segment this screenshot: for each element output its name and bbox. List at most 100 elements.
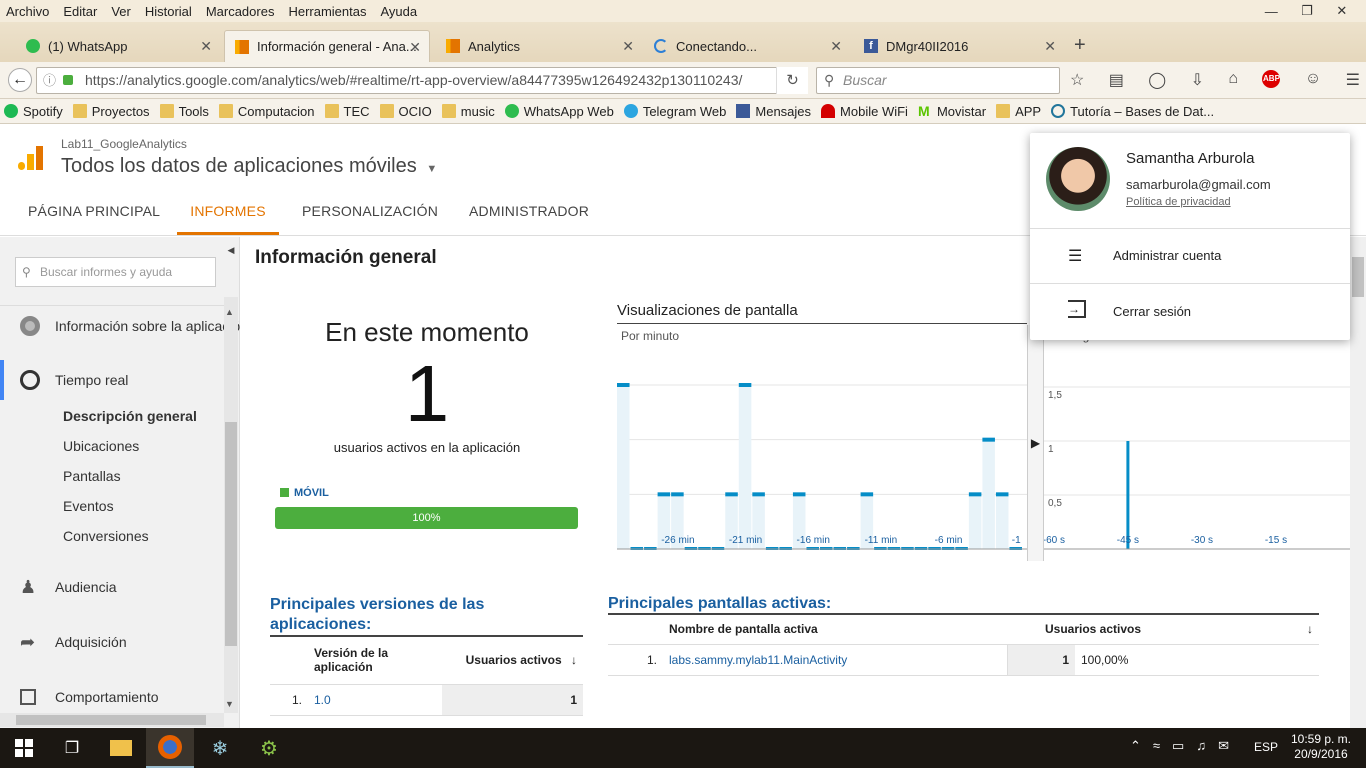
minimize-icon[interactable]: — [1265,4,1278,19]
sidebar-horizontal-scrollbar[interactable] [0,713,224,727]
menu-historial[interactable]: Historial [145,4,192,19]
bookmark-telegram-web[interactable]: Telegram Web [623,104,726,119]
firefox-icon[interactable] [146,728,194,768]
home-icon[interactable]: ⌂ [1228,70,1238,90]
scroll-down-icon[interactable]: ▼ [225,699,234,709]
report-search-input[interactable]: ⚲ Buscar informes y ayuda [15,257,216,287]
tab-whatsapp[interactable]: (1) WhatsApp ✕ [16,30,220,62]
url-bar[interactable]: ⓘ https://analytics.google.com/analytics… [36,67,808,94]
page-scrollbar[interactable] [1350,237,1366,728]
close-tab-icon[interactable]: ✕ [409,39,421,56]
sidebar-item-audience[interactable]: ♟ Audiencia [0,572,224,602]
bookmark-whatsapp-web[interactable]: WhatsApp Web [504,104,614,119]
property-selector[interactable]: Todos los datos de aplicaciones móviles … [61,155,437,178]
tab-facebook[interactable]: f DMgr40II2016 ✕ [854,30,1064,62]
adblock-icon[interactable]: ABP [1262,70,1281,88]
sidebar-item-acquisition[interactable]: ➦ Adquisición [0,627,224,657]
reading-list-icon[interactable]: ▤ [1109,70,1124,90]
tab-pagina-principal[interactable]: PÁGINA PRINCIPAL [28,188,160,235]
col-active-users[interactable]: Usuarios activos ↓ [1007,614,1319,645]
bookmark-computacion[interactable]: Computacion [218,104,315,119]
bookmark-music[interactable]: music [441,104,495,119]
scrollbar-thumb[interactable] [225,422,237,646]
tab-informacion-general[interactable]: Información general - Ana... ✕ [224,30,430,62]
restore-icon[interactable]: ❐ [1301,3,1313,19]
menu-ver[interactable]: Ver [111,4,131,19]
sidebar-vertical-scrollbar[interactable]: ▲ ▼ [224,297,238,713]
menu-ayuda[interactable]: Ayuda [380,4,417,19]
logout-item[interactable]: → Cerrar sesión [1030,284,1350,338]
privacy-link[interactable]: Política de privacidad [1126,196,1231,208]
menu-archivo[interactable]: Archivo [6,4,49,19]
volume-icon[interactable]: ♫ [1196,738,1206,754]
chart-expand-icon[interactable]: ▶ [1027,325,1044,561]
scrollbar-thumb[interactable] [16,715,206,725]
bookmark-mobile-wifi[interactable]: Mobile WiFi [821,104,908,119]
close-tab-icon[interactable]: ✕ [200,38,212,55]
download-icon[interactable]: ⇩ [1191,70,1204,90]
bookmark-tec[interactable]: TEC [324,104,370,119]
sidebar-sub-overview[interactable]: Descripción general [63,408,197,424]
extension-icon[interactable]: ☺ [1305,70,1321,90]
col-screen-name[interactable]: Nombre de pantalla activa [663,614,1007,645]
sidebar-sub-events[interactable]: Eventos [63,498,114,514]
tab-personalizacion[interactable]: PERSONALIZACIÓN [302,188,438,235]
close-window-icon[interactable]: ✕ [1336,3,1347,19]
collapse-sidebar-icon[interactable]: ◀ [224,241,238,259]
sidebar-sub-locations[interactable]: Ubicaciones [63,438,139,454]
sidebar-item-behavior[interactable]: Comportamiento [0,682,224,712]
close-tab-icon[interactable]: ✕ [1044,38,1056,55]
sidebar-sub-conversions[interactable]: Conversiones [63,528,149,544]
search-bar[interactable]: ⚲ Buscar [816,67,1060,94]
reload-icon[interactable]: ↻ [776,67,808,94]
tab-label: DMgr40II2016 [886,38,969,54]
start-icon[interactable] [0,728,48,768]
notification-icon[interactable]: ✉ [1218,738,1229,754]
task-view-icon[interactable]: ❐ [48,728,96,768]
close-tab-icon[interactable]: ✕ [622,38,634,55]
bookmark-tools[interactable]: Tools [159,104,209,119]
bookmark-proyectos[interactable]: Proyectos [72,104,150,119]
bookmark-tutoria[interactable]: Tutoría – Bases de Dat... [1051,104,1214,119]
android-studio-icon[interactable]: ⚙ [245,728,293,768]
menu-herramientas[interactable]: Herramientas [288,4,366,19]
bookmark-star-icon[interactable]: ☆ [1070,70,1084,90]
manage-account-item[interactable]: ☰ Administrar cuenta [1030,229,1350,283]
menu-marcadores[interactable]: Marcadores [206,4,275,19]
scroll-up-icon[interactable]: ▲ [225,307,234,317]
x-tick-label: -26 min [661,535,694,546]
sidebar-item-realtime[interactable]: Tiempo real [0,365,224,395]
col-version[interactable]: Versión de la aplicación [308,636,442,685]
app-icon[interactable]: ❄ [196,728,244,768]
menu-hamburger-icon[interactable]: ☰ [1346,70,1360,90]
info-icon[interactable]: ⓘ [43,68,56,93]
sidebar-item-app-info[interactable]: Información sobre la aplicació [0,311,240,341]
tab-conectando[interactable]: Conectando... ✕ [644,30,850,62]
menu-editar[interactable]: Editar [63,4,97,19]
language-indicator[interactable]: ESP [1254,740,1278,754]
bookmark-movistar[interactable]: M Movistar [918,104,986,119]
tab-informes[interactable]: INFORMES [177,188,279,235]
clock[interactable]: 10:59 p. m. 20/9/2016 [1290,732,1352,762]
back-icon[interactable]: ← [8,68,32,92]
tab-analytics[interactable]: Analytics ✕ [436,30,642,62]
bookmark-app[interactable]: APP [996,104,1041,119]
col-users[interactable]: Usuarios activos ↓ [442,636,583,685]
sidebar-sub-screens[interactable]: Pantallas [63,468,121,484]
new-tab-button[interactable]: + [1074,34,1086,57]
scrollbar-thumb[interactable] [1352,257,1364,297]
bar-cap [860,492,874,497]
version-link[interactable]: 1.0 [308,684,442,716]
file-explorer-icon[interactable] [97,728,145,768]
battery-icon[interactable]: ▭ [1172,738,1184,754]
bookmark-ocio[interactable]: OCIO [379,104,432,119]
bookmark-spotify[interactable]: Spotify [4,104,63,119]
bookmark-mensajes[interactable]: Mensajes [736,104,811,119]
target-icon [20,316,40,336]
tab-administrador[interactable]: ADMINISTRADOR [469,188,589,235]
wifi-icon[interactable]: ≈ [1153,738,1160,754]
screen-link[interactable]: labs.sammy.mylab11.MainActivity [663,644,1008,676]
chevron-up-icon[interactable]: ⌃ [1130,738,1141,754]
pocket-icon[interactable]: ◯ [1148,70,1166,90]
close-tab-icon[interactable]: ✕ [830,38,842,55]
